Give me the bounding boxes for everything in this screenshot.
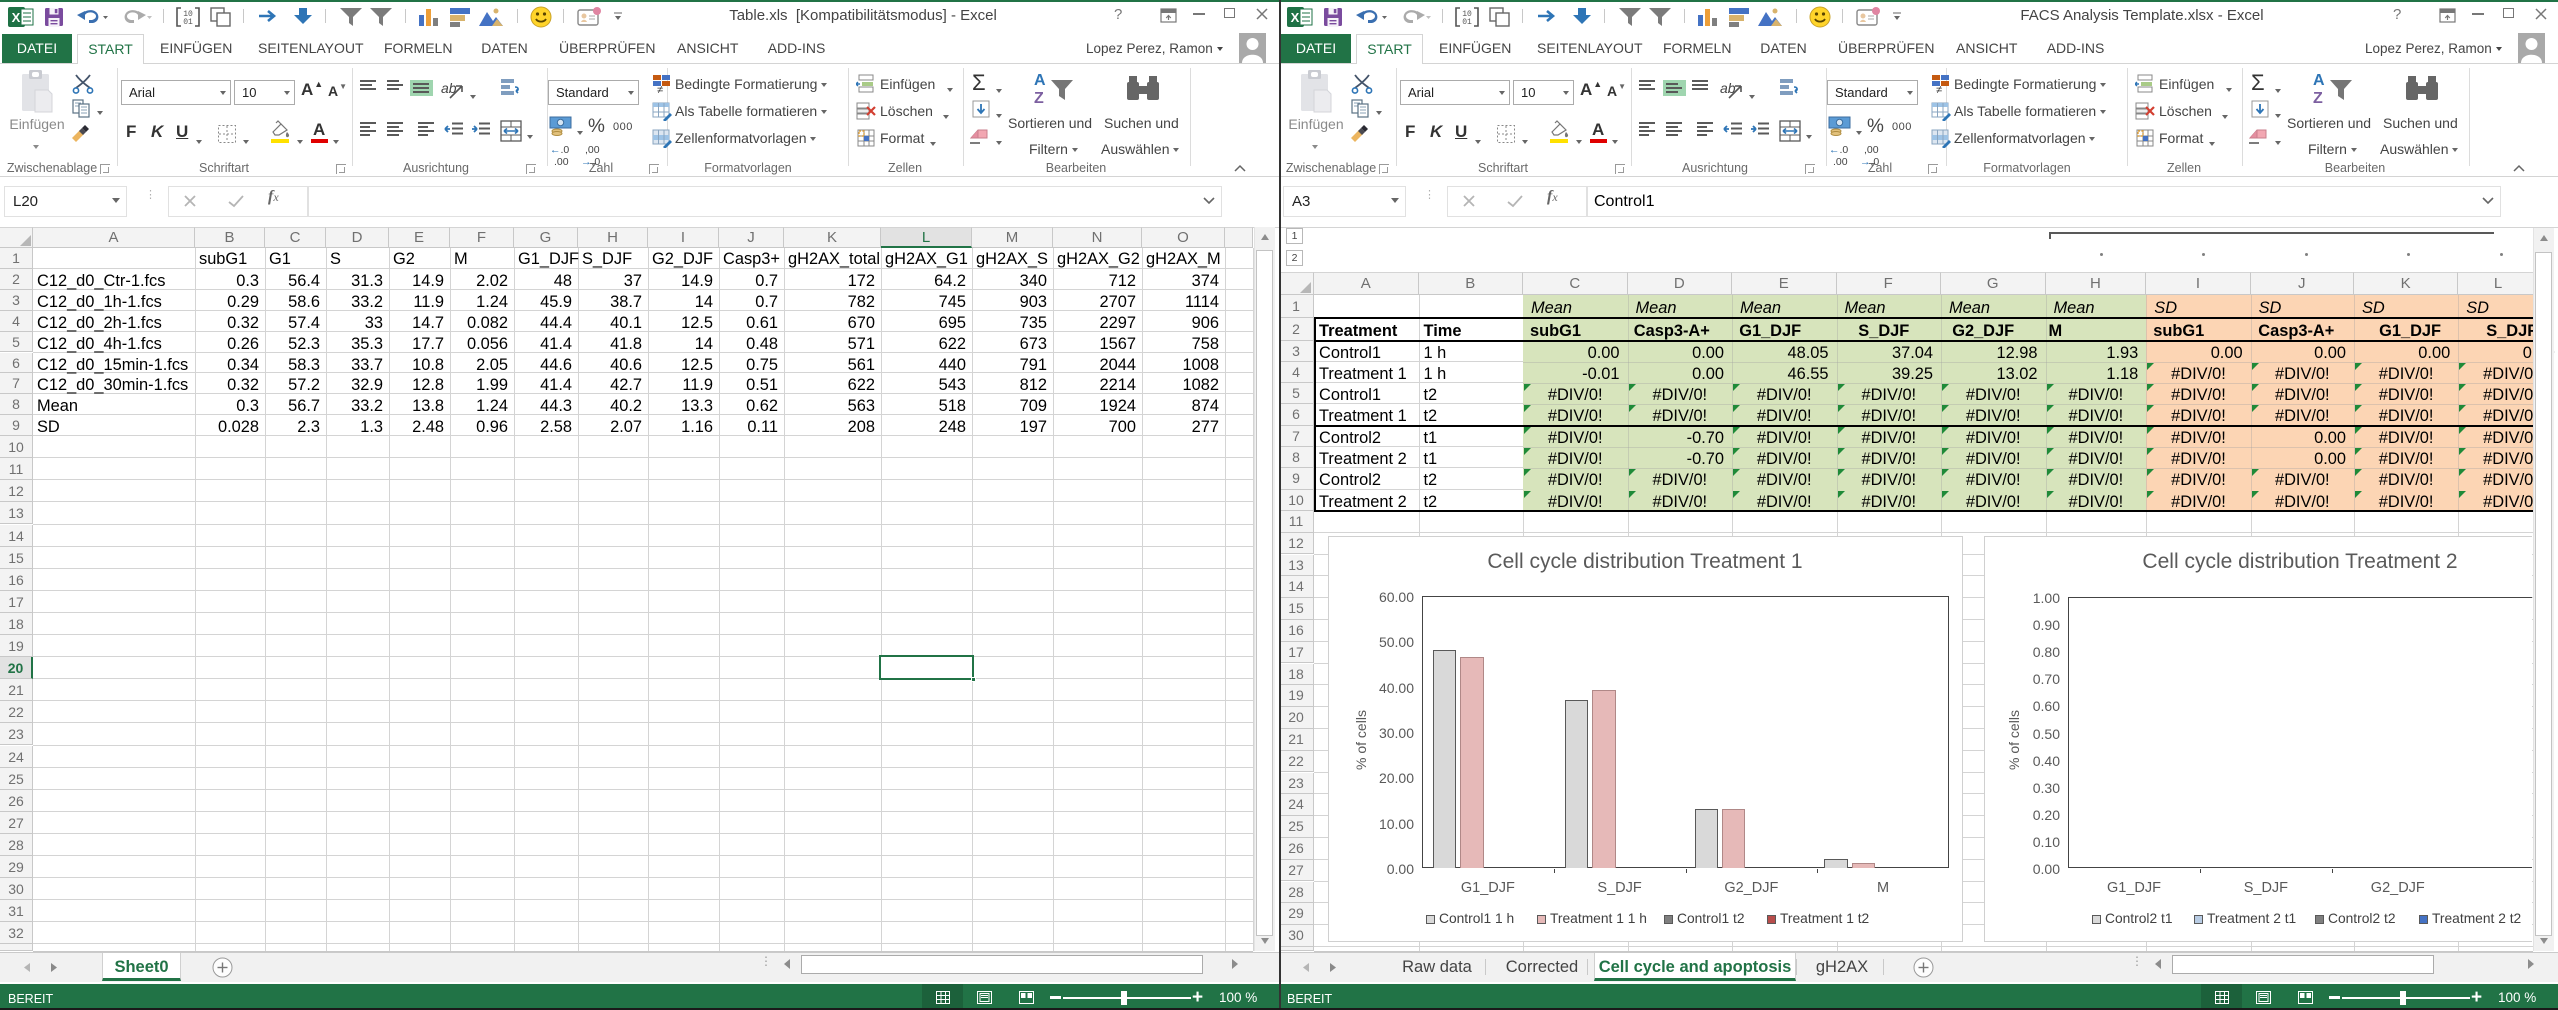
svg-text:01: 01 xyxy=(183,18,193,27)
svg-text:≠: ≠ xyxy=(1936,84,1942,94)
svg-text:X: X xyxy=(1291,10,1300,25)
svg-text:≠: ≠ xyxy=(657,84,663,94)
svg-text:01: 01 xyxy=(1462,18,1472,27)
svg-text:X: X xyxy=(12,10,21,25)
